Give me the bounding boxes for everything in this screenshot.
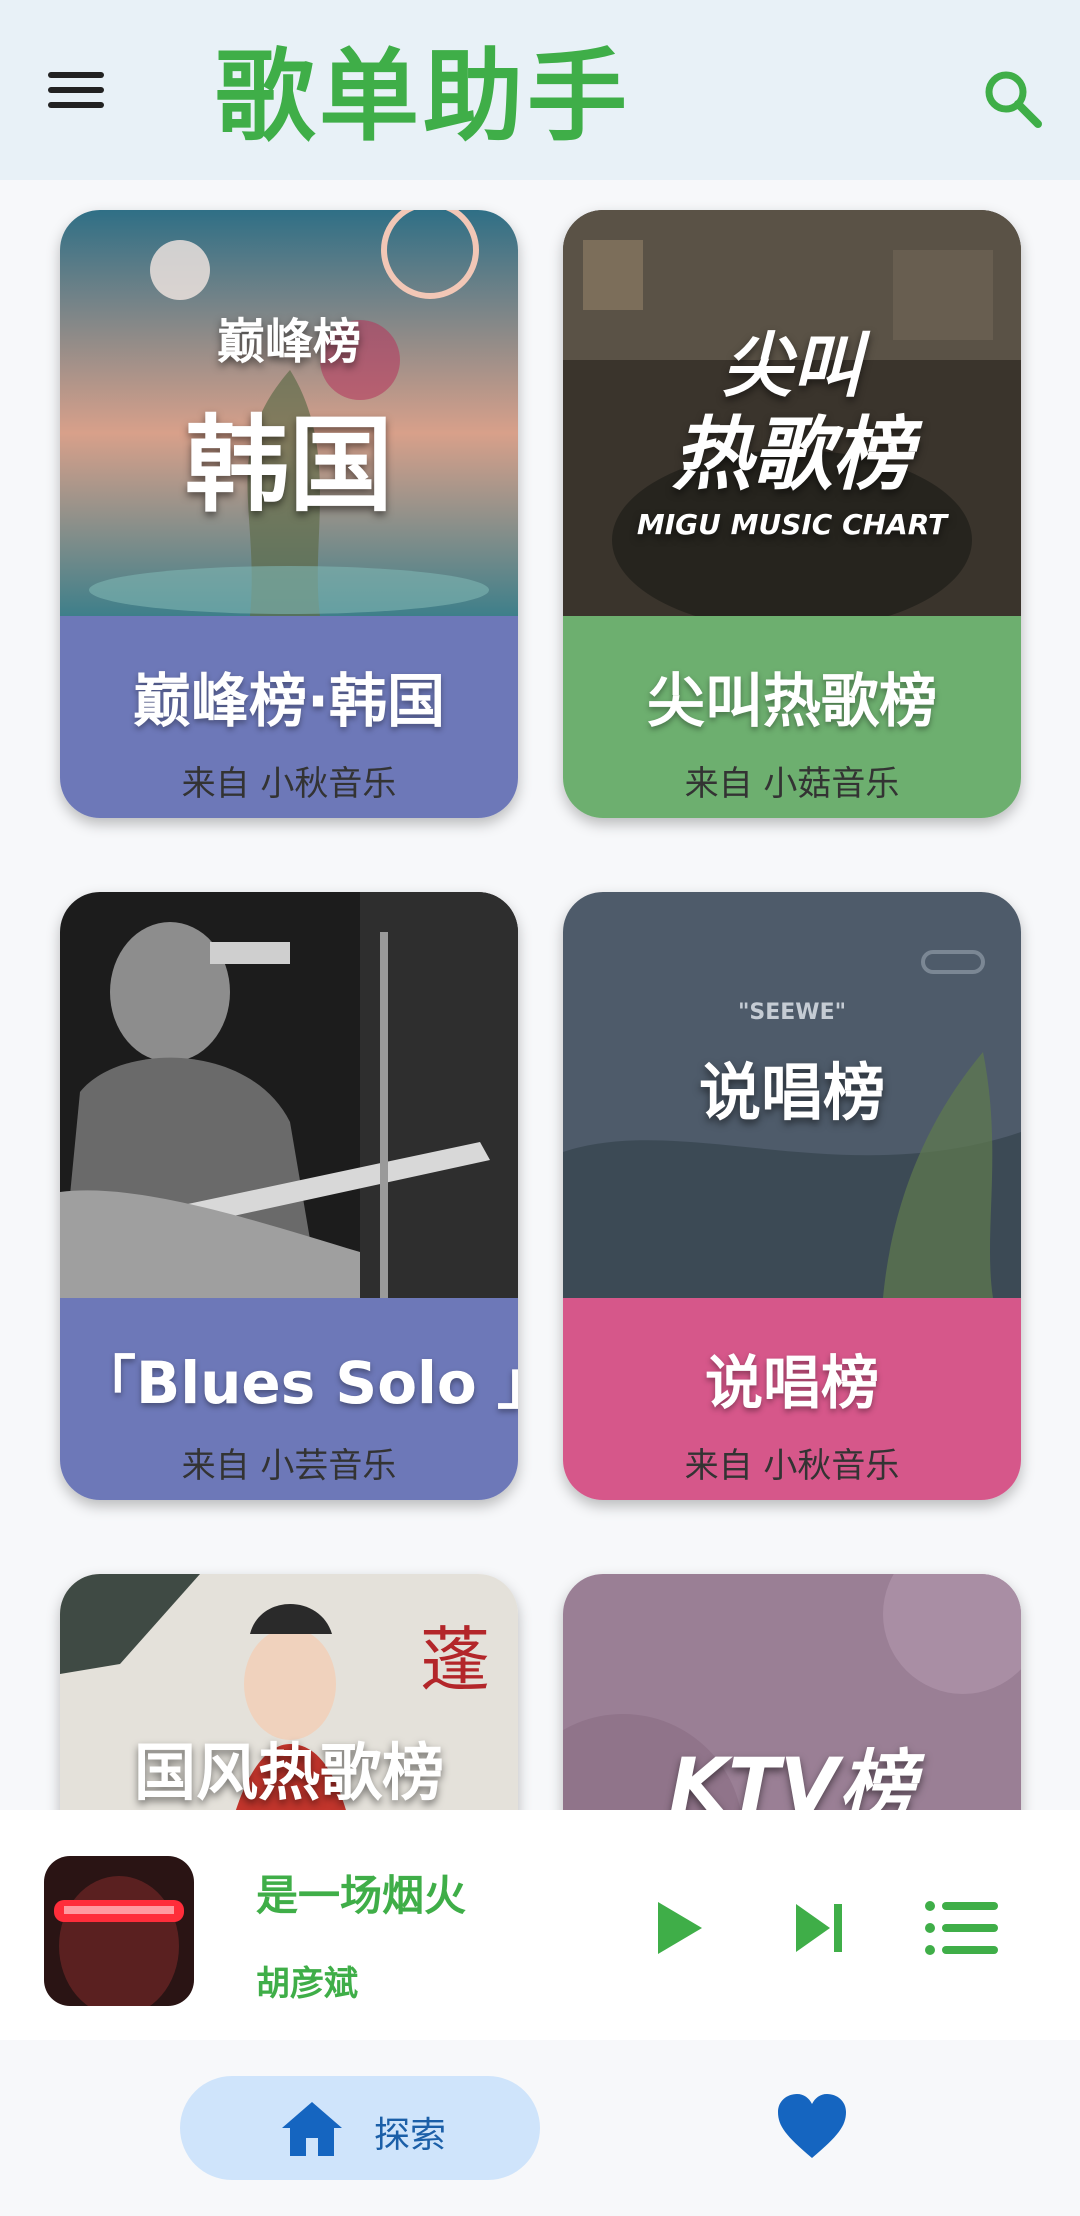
cover-tag: "SEEWE" [737, 1000, 847, 1025]
playlist-card[interactable]: 巅峰榜 韩国 巅峰榜·韩国 来自 小秋音乐 [60, 210, 518, 818]
playlist-title: 说唱榜 [704, 1349, 879, 1417]
nav-explore-label: 探索 [374, 2115, 447, 2156]
cover-text: 国风热歌榜 [133, 1736, 444, 1809]
nav-explore[interactable]: 探索 [180, 2076, 540, 2180]
home-icon [282, 2102, 342, 2156]
song-title: 是一场烟火 [256, 1871, 467, 1920]
menu-icon[interactable] [48, 66, 120, 126]
playlist-card[interactable]: 蓬 国风热歌榜 [60, 1574, 518, 1810]
cover-subtitle: MIGU MUSIC CHART [636, 508, 948, 541]
playlist-source: 来自 小菇音乐 [684, 764, 900, 804]
playlist-info: 说唱榜 来自 小秋音乐 [563, 1298, 1021, 1500]
svg-text:蓬: 蓬 [420, 1619, 490, 1701]
playlist-info: 尖叫热歌榜 来自 小菇音乐 [563, 616, 1021, 818]
cover-tag: 巅峰榜 [216, 314, 361, 370]
playlist-card[interactable]: 尖叫 热歌榜 MIGU MUSIC CHART 尖叫热歌榜 来自 小菇音乐 [563, 210, 1021, 818]
playlist-card[interactable]: 「Blues Solo 」精 来自 小芸音乐 [60, 892, 518, 1500]
play-icon[interactable] [652, 1898, 708, 1958]
app-bar: 歌单助手 [0, 0, 1080, 180]
playlist-title: 「Blues Solo 」精 [78, 1349, 518, 1417]
playlist-info: 「Blues Solo 」精 来自 小芸音乐 [60, 1298, 518, 1500]
playlist-grid: 巅峰榜 韩国 巅峰榜·韩国 来自 小秋音乐 尖叫 热歌榜 MIGU MUSIC … [0, 180, 1080, 1810]
playlist-title: 尖叫热歌榜 [646, 667, 937, 735]
playlist-card[interactable]: KTV榜 [563, 1574, 1021, 1810]
cover-text: KTV榜 [669, 1741, 915, 1810]
heart-icon[interactable] [776, 2092, 848, 2160]
playlist-source: 来自 小秋音乐 [684, 1446, 900, 1486]
album-art [44, 1856, 194, 2006]
bottom-nav: 探索 [0, 2040, 1080, 2216]
search-icon[interactable] [980, 66, 1044, 130]
playlist-queue-icon[interactable] [924, 1898, 1000, 1958]
playlist-info: 巅峰榜·韩国 来自 小秋音乐 [60, 616, 518, 818]
song-artist: 胡彦斌 [256, 1964, 358, 2004]
playlist-title: 巅峰榜·韩国 [132, 667, 446, 735]
playlist-source: 来自 小秋音乐 [181, 764, 397, 804]
skip-next-icon[interactable] [792, 1900, 846, 1956]
cover-text-line2: 热歌榜 [672, 408, 912, 501]
mini-player[interactable]: 是一场烟火 胡彦斌 [0, 1810, 1080, 2040]
playlist-source: 来自 小芸音乐 [181, 1446, 397, 1486]
cover-text: 说唱榜 [698, 1056, 885, 1129]
playlist-cover [60, 892, 518, 1298]
playlist-card[interactable]: "SEEWE" 说唱榜 说唱榜 来自 小秋音乐 [563, 892, 1021, 1500]
cover-text: 韩国 [184, 404, 393, 526]
app-title: 歌单助手 [215, 38, 631, 155]
